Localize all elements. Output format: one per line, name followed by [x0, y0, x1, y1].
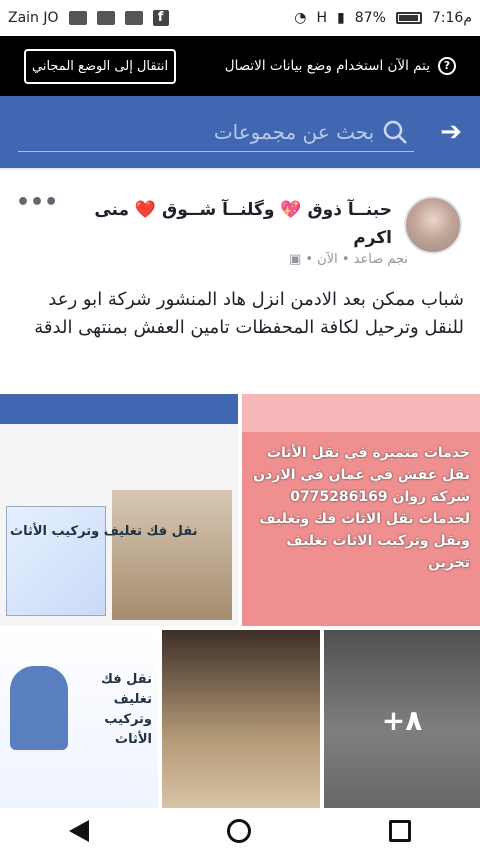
search-header: بحث عن مجموعات ➔ — [0, 96, 480, 168]
data-mode-notice: انتقال إلى الوضع المجاني يتم الآن استخدا… — [0, 36, 480, 96]
post-photo-1[interactable]: نقل فك تغليف وتركيب الأثاث — [0, 394, 238, 626]
android-nav-bar — [0, 808, 480, 854]
photo-fb-header — [242, 394, 480, 432]
arrow-right-icon[interactable]: ➔ — [440, 117, 462, 147]
image-notification-icon — [68, 11, 87, 25]
network-type: H — [316, 10, 328, 26]
facebook-notification-icon: f — [152, 10, 169, 26]
photo-ad-box — [6, 506, 106, 616]
carrier-name: Zain JO — [8, 10, 59, 26]
battery-percent: 87% — [354, 10, 386, 26]
photo-fb-header — [0, 394, 238, 424]
wifi-icon: ◔ — [294, 10, 307, 26]
avatar[interactable] — [404, 196, 462, 254]
data-mode-message: يتم الآن استخدام وضع بيانات الاتصال ? — [225, 57, 456, 75]
free-mode-button[interactable]: انتقال إلى الوضع المجاني — [24, 48, 177, 84]
status-bar: Zain JO f ◔ H ▮ 87% 7:16م — [0, 0, 480, 36]
photo-3-caption: نقل فك تغليف وتركيب الأثاث — [101, 672, 152, 747]
post-card: حبنــآ ذوق 💖 وگلنــآ شــوق ❤️ منى اكرم •… — [0, 170, 480, 810]
post-author[interactable]: حبنــآ ذوق 💖 وگلنــآ شــوق ❤️ منى اكرم — [72, 196, 392, 252]
search-input[interactable]: بحث عن مجموعات — [18, 113, 415, 152]
more-options-icon[interactable]: ••• — [16, 190, 58, 215]
recents-icon[interactable] — [389, 820, 411, 842]
search-placeholder: بحث عن مجموعات — [213, 119, 375, 144]
post-photo-2[interactable]: خدمات متميزة في نقل الأثاث نقل عفش في عم… — [242, 394, 480, 626]
post-photo-3[interactable]: نقل فك تغليف وتركيب الأثاث — [0, 630, 158, 810]
photo-person — [10, 666, 68, 750]
target-notification-icon — [124, 11, 143, 25]
post-text: شباب ممكن بعد الادمن انزل هاد المنشور شر… — [34, 289, 464, 338]
search-icon — [383, 120, 408, 144]
home-icon[interactable] — [227, 819, 251, 843]
signal-icon: ▮ — [337, 10, 345, 26]
photo-1-caption: نقل فك تغليف وتركيب الأثاث — [10, 524, 198, 539]
image-icon: ▣ — [289, 252, 302, 267]
clock: 7:16م — [431, 10, 472, 26]
battery-icon — [395, 12, 422, 24]
post-meta: نجم صاعد • الآن • ▣ — [289, 252, 408, 267]
post-meta-text: نجم صاعد • الآن • — [305, 252, 408, 267]
photo-2-caption: خدمات متميزة في نقل الأثاث نقل عفش في عم… — [253, 445, 470, 571]
post-header: حبنــآ ذوق 💖 وگلنــآ شــوق ❤️ منى اكرم •… — [16, 184, 464, 260]
back-icon[interactable] — [69, 820, 89, 842]
help-icon[interactable]: ? — [438, 57, 456, 75]
post-photo-5[interactable]: +٨ — [324, 630, 480, 810]
data-mode-text: يتم الآن استخدام وضع بيانات الاتصال — [224, 58, 430, 74]
message-notification-icon — [96, 11, 115, 25]
post-photo-4[interactable] — [162, 630, 320, 810]
more-photos-count[interactable]: +٨ — [324, 630, 480, 810]
photo-room — [112, 490, 232, 620]
